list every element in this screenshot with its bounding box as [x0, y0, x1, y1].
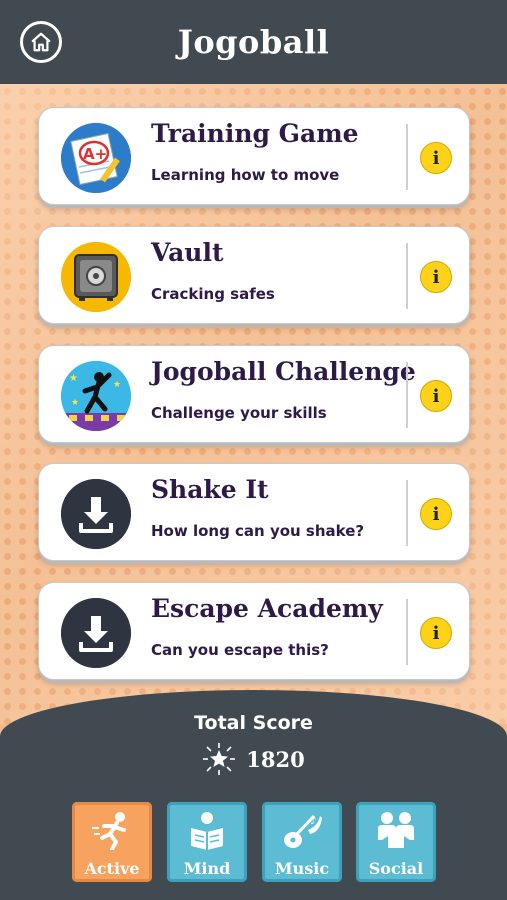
card-divider: [406, 243, 408, 309]
info-button[interactable]: i: [420, 498, 452, 530]
instruments-icon: ♪: [284, 814, 322, 848]
game-subtitle: Learning how to move: [151, 166, 340, 184]
tab-music[interactable]: ♪ Music: [262, 802, 342, 882]
svg-text:♪: ♪: [310, 816, 316, 827]
total-score-label: Total Score: [194, 712, 313, 734]
game-card-challenge[interactable]: ★ ★ ★ Jogoball Challenge Challenge your …: [38, 345, 470, 443]
game-title: Escape Academy: [151, 594, 383, 623]
tab-social[interactable]: Social: [356, 802, 436, 882]
game-subtitle: Can you escape this?: [151, 641, 329, 659]
card-divider: [406, 362, 408, 428]
tab-label: Music: [274, 859, 330, 878]
tab-label: Social: [368, 859, 424, 878]
info-button[interactable]: i: [420, 261, 452, 293]
svg-text:★: ★: [71, 398, 79, 408]
info-icon: i: [432, 266, 440, 288]
card-divider: [406, 124, 408, 190]
tab-active[interactable]: Active: [72, 802, 152, 882]
total-score-value: 1820: [246, 746, 305, 772]
info-button[interactable]: i: [420, 617, 452, 649]
runner-icon: [92, 812, 126, 850]
info-button[interactable]: i: [420, 380, 452, 412]
card-divider: [406, 480, 408, 546]
star-burst-icon: [203, 743, 236, 775]
game-card-training[interactable]: A+ Training Game Learning how to move i: [38, 107, 470, 205]
tab-label: Active: [84, 859, 140, 878]
dancer-icon: ★ ★ ★: [61, 361, 131, 431]
info-button[interactable]: i: [420, 142, 452, 174]
svg-text:★: ★: [113, 380, 121, 390]
game-title: Jogoball Challenge: [151, 357, 416, 386]
grade-paper-icon: A+: [61, 123, 131, 193]
svg-text:★: ★: [69, 373, 78, 384]
game-card-shake-it[interactable]: Shake It How long can you shake? i: [38, 463, 470, 561]
category-tabs: Active Mind ♪ Music Social: [72, 802, 438, 882]
tab-label: Mind: [183, 859, 231, 878]
info-icon: i: [432, 385, 440, 407]
download-icon: [61, 598, 131, 668]
download-icon: [61, 479, 131, 549]
game-card-escape-academy[interactable]: Escape Academy Can you escape this? i: [38, 582, 470, 680]
game-card-vault[interactable]: Vault Cracking safes i: [38, 226, 470, 324]
info-icon: i: [432, 503, 440, 525]
safe-icon: [61, 242, 131, 312]
card-divider: [406, 599, 408, 665]
info-icon: i: [432, 147, 440, 169]
game-subtitle: Challenge your skills: [151, 404, 327, 422]
people-icon: [378, 812, 414, 848]
score-row: 1820: [0, 742, 507, 776]
game-subtitle: Cracking safes: [151, 285, 275, 303]
game-subtitle: How long can you shake?: [151, 522, 365, 540]
tab-mind[interactable]: Mind: [167, 802, 247, 882]
game-title: Training Game: [151, 119, 359, 148]
reading-icon: [191, 812, 223, 850]
svg-text:A+: A+: [83, 145, 107, 163]
info-icon: i: [432, 622, 440, 644]
game-title: Shake It: [151, 475, 269, 504]
game-title: Vault: [151, 238, 224, 267]
